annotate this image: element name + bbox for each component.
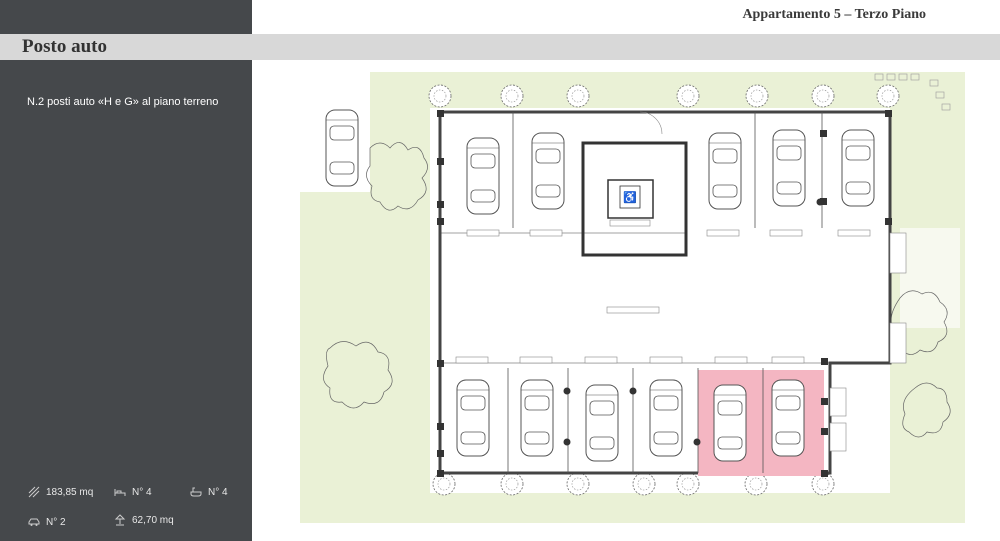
page-title: Appartamento 5 – Terzo Piano [742,7,926,22]
stat-area-value: 183,85 mq [46,486,94,498]
header: Appartamento 5 – Terzo Piano [252,0,1000,34]
stat-parking: N° 2 [28,516,66,528]
car-icon [28,518,40,526]
wheelchair-icon: ♿ [623,191,637,204]
bed-icon [114,489,126,496]
parking-description: N.2 posti auto «H e G» al piano terreno [27,96,219,108]
stat-bedrooms-value: N° 4 [132,486,152,498]
stat-terrace-value: 62,70 mq [132,514,174,526]
area-icon [28,486,40,498]
stat-bathrooms-value: N° 4 [208,486,228,498]
stat-parking-value: N° 2 [46,516,66,528]
sidebar [0,0,252,541]
stat-area: 183,85 mq [28,486,93,498]
stat-bathrooms: N° 4 [190,486,228,498]
terrace-icon [114,514,126,526]
section-bar [0,34,1000,60]
stat-terrace: 62,70 mq [114,514,174,526]
bathtub-icon [190,487,202,497]
section-title: Posto auto [22,36,107,57]
floor-plan: ♿ [300,72,965,523]
stat-bedrooms: N° 4 [114,486,152,498]
